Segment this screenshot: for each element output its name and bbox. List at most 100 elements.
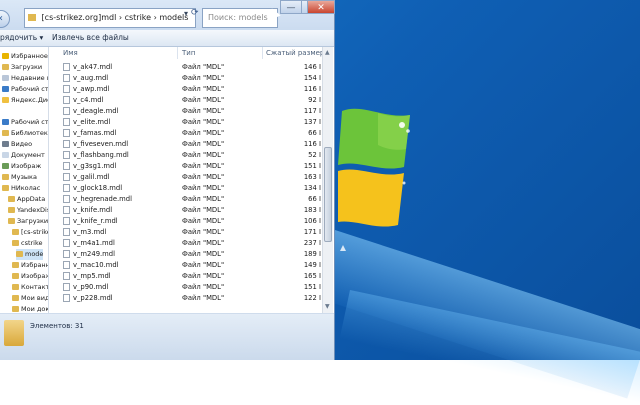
file-row[interactable]: v_mac10.mdl Файл "MDL" 149 I xyxy=(49,260,327,271)
file-row[interactable]: v_galil.mdl Файл "MDL" 163 I xyxy=(49,172,327,183)
command-bar: рядочить ▾ Извлечь все файлы xyxy=(0,30,334,47)
scrollbar-thumb[interactable] xyxy=(324,147,332,242)
file-row[interactable]: v_awp.mdl Файл "MDL" 116 I xyxy=(49,84,327,95)
scroll-down-icon[interactable]: ▼ xyxy=(325,303,330,310)
sidebar-item-label: Видео xyxy=(11,140,33,148)
sidebar-item[interactable]: Изображен xyxy=(12,271,48,282)
sidebar-item[interactable]: cstrike xyxy=(12,238,43,249)
picture-icon xyxy=(2,163,9,169)
file-row[interactable]: v_famas.mdl Файл "MDL" 66 I xyxy=(49,128,327,139)
explorer-window: ‹ [cs-strikez.org]mdl › cstrike › models… xyxy=(0,0,335,360)
folder-icon xyxy=(28,14,36,21)
file-icon xyxy=(63,261,70,269)
sidebar-item[interactable]: Изображ xyxy=(2,161,41,172)
column-separator[interactable] xyxy=(262,47,263,59)
sidebar-item[interactable]: Яндекс.Диск xyxy=(2,95,48,106)
file-icon xyxy=(63,206,70,214)
file-size: 151 I xyxy=(303,162,321,170)
file-icon xyxy=(63,162,70,170)
file-type: Файл "MDL" xyxy=(182,63,225,71)
sidebar-item[interactable]: НИколас xyxy=(2,183,40,194)
file-type: Файл "MDL" xyxy=(182,74,225,82)
sidebar-item[interactable]: Недавние ме xyxy=(2,73,48,84)
sidebar-item[interactable]: Рабочий стол xyxy=(2,117,48,128)
file-row[interactable]: v_deagle.mdl Файл "MDL" 117 I xyxy=(49,106,327,117)
back-button[interactable]: ‹ xyxy=(0,10,10,28)
sidebar-item[interactable]: Мои видео xyxy=(12,293,48,304)
sidebar-item[interactable]: Музыка xyxy=(2,172,37,183)
column-header-size[interactable]: Сжатый размер xyxy=(266,47,324,59)
file-size: 106 I xyxy=(303,217,321,225)
details-pane: Элементов: 31 xyxy=(0,314,334,360)
file-row[interactable]: v_p228.mdl Файл "MDL" 122 I xyxy=(49,293,327,304)
file-icon xyxy=(63,107,70,115)
file-row[interactable]: v_aug.mdl Файл "MDL" 154 I xyxy=(49,73,327,84)
organize-button[interactable]: рядочить ▾ xyxy=(0,30,43,46)
file-row[interactable]: v_elite.mdl Файл "MDL" 137 I xyxy=(49,117,327,128)
column-header-name[interactable]: Имя xyxy=(63,47,78,59)
sidebar-item[interactable]: Контакты xyxy=(12,282,48,293)
file-list: Имя Тип Сжатый размер v_ak47.mdl Файл "MD… xyxy=(49,47,334,313)
sidebar-item[interactable]: Загрузки xyxy=(2,62,42,73)
minimize-button[interactable]: — xyxy=(280,0,302,14)
file-row[interactable]: v_flashbang.mdl Файл "MDL" 52 I xyxy=(49,150,327,161)
sidebar-item-label: mode xyxy=(25,250,44,258)
column-header-type[interactable]: Тип xyxy=(182,47,195,59)
sidebar-item[interactable]: Мои докум xyxy=(12,304,48,313)
scroll-up-icon[interactable]: ▲ xyxy=(325,49,330,56)
file-icon xyxy=(63,272,70,280)
column-separator[interactable] xyxy=(177,47,178,59)
vertical-scrollbar[interactable]: ▲ ▼ xyxy=(322,47,333,313)
folder-icon xyxy=(12,262,19,268)
user-icon xyxy=(2,185,9,191)
sidebar-item[interactable]: Рабочий стол xyxy=(2,84,48,95)
file-type: Файл "MDL" xyxy=(182,206,225,214)
file-icon xyxy=(63,129,70,137)
extract-all-button[interactable]: Извлечь все файлы xyxy=(52,30,129,46)
address-bar[interactable]: [cs-strikez.org]mdl › cstrike › models xyxy=(24,8,196,28)
sidebar-item[interactable]: YandexDisk xyxy=(8,205,48,216)
file-type: Файл "MDL" xyxy=(182,96,225,104)
file-icon xyxy=(63,173,70,181)
sidebar-item[interactable]: [cs-strikez xyxy=(12,227,48,238)
sidebar-item[interactable]: mode xyxy=(16,249,44,260)
file-size: 149 I xyxy=(303,261,321,269)
windows-logo-icon xyxy=(338,108,410,251)
file-name: v_awp.mdl xyxy=(73,85,110,93)
file-type: Файл "MDL" xyxy=(182,217,225,225)
file-row[interactable]: v_g3sg1.mdl Файл "MDL" 151 I xyxy=(49,161,327,172)
sidebar-item[interactable]: Библиотеки xyxy=(2,128,49,139)
sidebar-item[interactable]: Избранное xyxy=(2,51,48,62)
file-row[interactable]: v_p90.mdl Файл "MDL" 151 I xyxy=(49,282,327,293)
sidebar-item[interactable]: AppData xyxy=(8,194,45,205)
sidebar-item-label: Библиотеки xyxy=(11,129,49,137)
file-row[interactable]: v_m3.mdl Файл "MDL" 171 I xyxy=(49,227,327,238)
sidebar-item[interactable]: Загрузки xyxy=(8,216,48,227)
file-row[interactable]: v_glock18.mdl Файл "MDL" 134 I xyxy=(49,183,327,194)
file-icon xyxy=(63,74,70,82)
file-name: v_p228.mdl xyxy=(73,294,113,302)
file-row[interactable]: v_hegrenade.mdl Файл "MDL" 66 I xyxy=(49,194,327,205)
file-row[interactable]: v_mp5.mdl Файл "MDL" 165 I xyxy=(49,271,327,282)
file-row[interactable]: v_m249.mdl Файл "MDL" 189 I xyxy=(49,249,327,260)
file-row[interactable]: v_knife.mdl Файл "MDL" 183 I xyxy=(49,205,327,216)
file-row[interactable]: v_knife_r.mdl Файл "MDL" 106 I xyxy=(49,216,327,227)
refresh-icon[interactable]: ⟳ xyxy=(191,8,199,18)
file-row[interactable]: v_ak47.mdl Файл "MDL" 146 I xyxy=(49,62,327,73)
file-name: v_mp5.mdl xyxy=(73,272,111,280)
sidebar-item-label: Загрузки xyxy=(11,63,43,71)
close-button[interactable]: ✕ xyxy=(307,0,335,14)
file-icon xyxy=(63,118,70,126)
file-name: v_knife.mdl xyxy=(73,206,113,214)
chevron-down-icon[interactable]: ▾ xyxy=(184,9,188,18)
file-row[interactable]: v_m4a1.mdl Файл "MDL" 237 I xyxy=(49,238,327,249)
folder-icon xyxy=(2,75,9,81)
file-name: v_g3sg1.mdl xyxy=(73,162,117,170)
file-row[interactable]: v_fiveseven.mdl Файл "MDL" 116 I xyxy=(49,139,327,150)
file-row[interactable]: v_c4.mdl Файл "MDL" 92 I xyxy=(49,95,327,106)
folder-icon xyxy=(8,218,15,224)
sidebar-item[interactable]: Избранное xyxy=(12,260,48,271)
sidebar-item[interactable]: Документ xyxy=(2,150,45,161)
file-size: 116 I xyxy=(303,85,321,93)
sidebar-item[interactable]: Видео xyxy=(2,139,32,150)
